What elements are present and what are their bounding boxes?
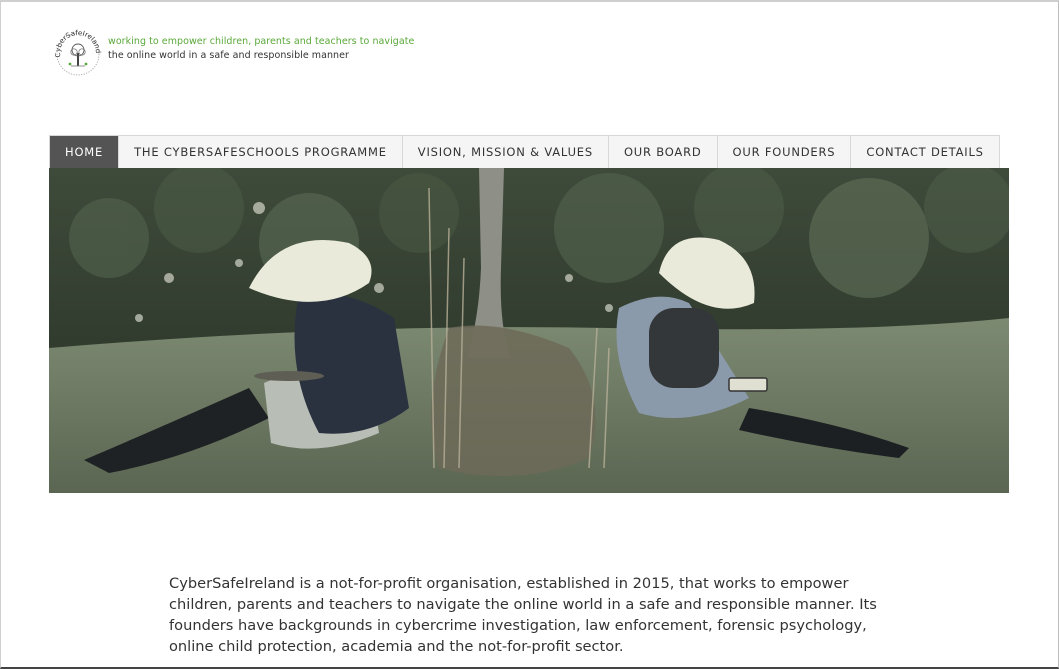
tagline-line-2: the online world in a safe and responsib…: [108, 50, 349, 61]
hero-image: [49, 168, 1009, 493]
tagline-line-1: working to empower children, parents and…: [108, 36, 415, 47]
main-nav: HOME THE CYBERSAFESCHOOLS PROGRAMME VISI…: [49, 135, 1000, 168]
nav-item-our-founders[interactable]: OUR FOUNDERS: [717, 136, 852, 168]
nav-item-contact-details[interactable]: CONTACT DETAILS: [851, 136, 999, 168]
nav-item-our-board[interactable]: OUR BOARD: [608, 136, 718, 168]
site-header: CyberSafeIreland working to empower chil…: [53, 28, 414, 80]
tagline: working to empower children, parents and…: [108, 35, 414, 63]
intro-paragraph: CyberSafeIreland is a not-for-profit org…: [169, 575, 877, 655]
nav-item-vision-mission-values[interactable]: VISION, MISSION & VALUES: [402, 136, 609, 168]
logo-icon[interactable]: CyberSafeIreland: [53, 29, 103, 79]
nav-item-home[interactable]: HOME: [50, 136, 120, 168]
nav-item-cybersafeschools-programme[interactable]: THE CYBERSAFESCHOOLS PROGRAMME: [119, 136, 403, 168]
